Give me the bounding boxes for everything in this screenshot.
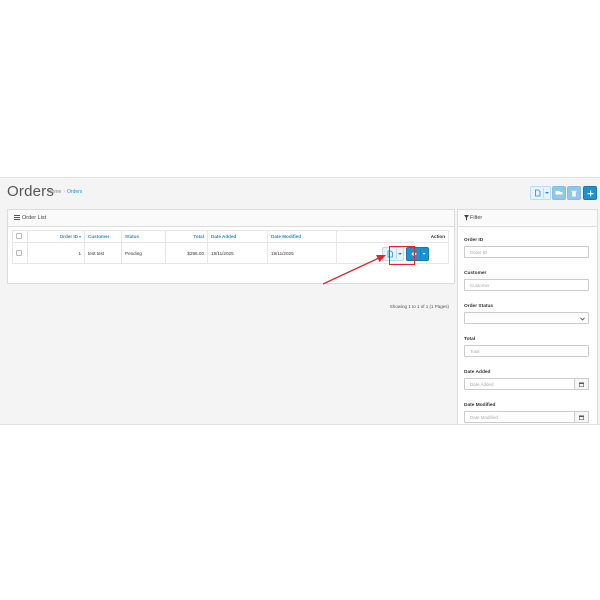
list-icon xyxy=(14,215,20,220)
col-customer[interactable]: Customer xyxy=(84,230,122,243)
date-added-calendar-button[interactable] xyxy=(575,378,589,390)
admin-content: Orders Home › Orders Order List Order ID… xyxy=(0,177,600,425)
filter-panel: Filter Order ID Order ID Customer Custom… xyxy=(457,209,598,424)
col-date-modified[interactable]: Date Modified xyxy=(267,230,337,243)
breadcrumb: Home › Orders xyxy=(48,189,82,195)
chevron-down-icon xyxy=(580,317,585,321)
filter-title: Filter xyxy=(470,215,483,221)
truck-icon xyxy=(555,191,563,195)
filter-icon xyxy=(464,215,469,221)
filter-order-id-label: Order ID xyxy=(464,238,484,243)
select-all-cell xyxy=(12,230,28,243)
col-order-id[interactable]: Order ID xyxy=(27,230,85,243)
filter-total-label: Total xyxy=(464,337,476,342)
highlight-box xyxy=(389,246,415,265)
filter-heading: Filter xyxy=(458,210,597,227)
col-total[interactable]: Total xyxy=(165,230,208,243)
breadcrumb-home[interactable]: Home xyxy=(48,189,61,195)
filter-order-id-input[interactable]: Order ID xyxy=(464,246,589,258)
cell-total: $296.00 xyxy=(165,242,208,264)
filter-customer-input[interactable]: Customer xyxy=(464,279,589,291)
breadcrumb-orders[interactable]: Orders xyxy=(67,189,82,195)
trash-icon xyxy=(571,190,577,196)
filter-date-modified-label: Date Modified xyxy=(464,403,496,408)
invoice-dropdown-button[interactable] xyxy=(530,186,551,200)
col-action: Action xyxy=(336,230,449,243)
breadcrumb-separator: › xyxy=(63,189,66,195)
filter-date-added-input[interactable]: Date Added xyxy=(464,378,575,390)
select-all-checkbox[interactable] xyxy=(16,233,22,239)
page-header: Orders Home › Orders xyxy=(0,178,600,205)
add-order-button[interactable] xyxy=(583,186,597,200)
cell-status: Pending xyxy=(121,242,166,264)
filter-customer-label: Customer xyxy=(464,271,487,276)
order-list-title: Order List xyxy=(22,215,47,221)
cell-customer: test test xyxy=(84,242,122,264)
filter-order-status-select[interactable] xyxy=(464,312,589,324)
col-status[interactable]: Status xyxy=(121,230,166,243)
filter-date-modified-input[interactable]: Date Modified xyxy=(464,411,575,423)
date-modified-calendar-button[interactable] xyxy=(575,411,589,423)
delete-button[interactable] xyxy=(567,186,581,200)
annotation-arrow-icon xyxy=(322,255,386,285)
order-list-heading: Order List xyxy=(8,210,454,227)
table-header-row: Order ID Customer Status Total Date Adde… xyxy=(12,230,449,243)
pagination-summary: Showing 1 to 1 of 1 (1 Pages) xyxy=(389,304,449,309)
calendar-icon xyxy=(579,382,584,387)
row-select-cell xyxy=(12,242,28,264)
filter-total-input[interactable]: Total xyxy=(464,345,589,357)
sort-desc-icon xyxy=(79,235,81,238)
filter-order-status-label: Order Status xyxy=(464,304,494,309)
cell-order-id: 1 xyxy=(27,242,85,264)
calendar-icon xyxy=(579,415,584,420)
page-title: Orders xyxy=(7,183,55,200)
cell-date-added: 19/11/2025 xyxy=(207,242,268,264)
col-date-added[interactable]: Date Added xyxy=(207,230,268,243)
caret-down-icon xyxy=(545,192,549,194)
shipping-button[interactable] xyxy=(552,186,566,200)
plus-icon xyxy=(587,190,593,196)
filter-date-added-label: Date Added xyxy=(464,370,491,375)
row-checkbox[interactable] xyxy=(16,249,22,256)
